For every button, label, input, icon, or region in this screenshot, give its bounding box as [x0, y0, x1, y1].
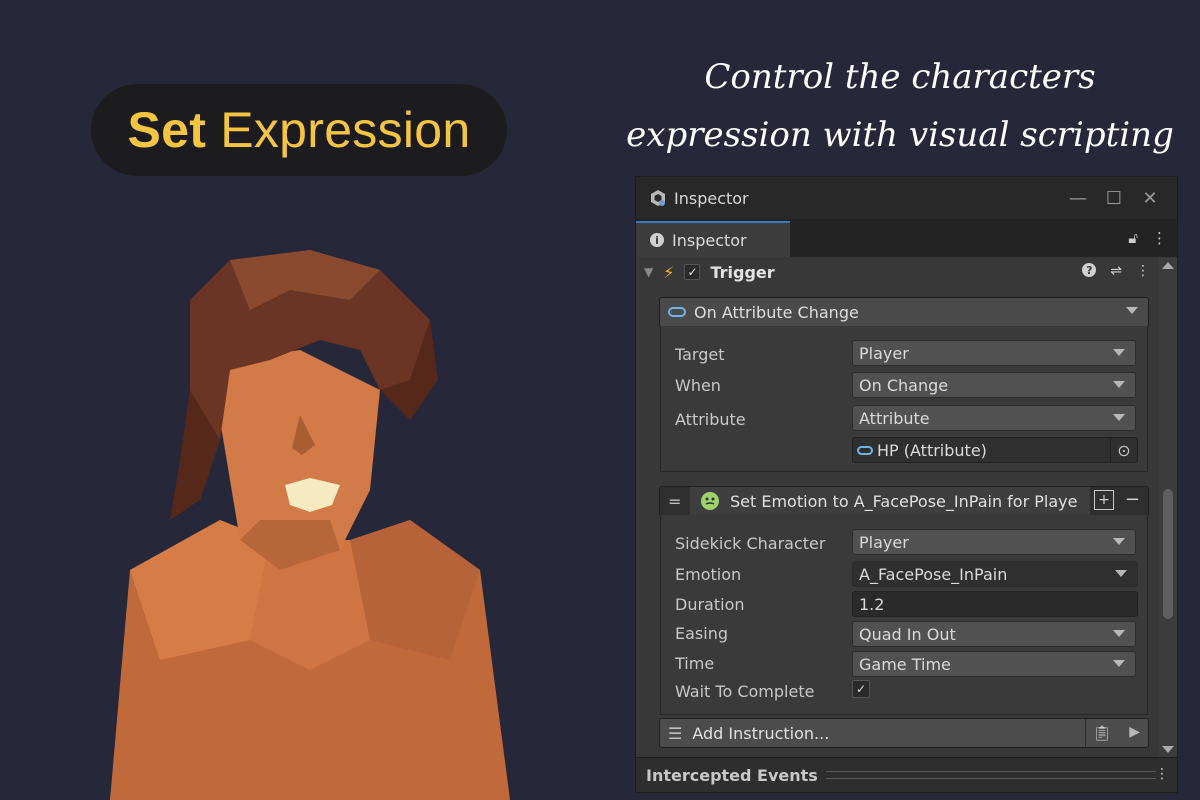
chevron-down-icon — [1115, 570, 1127, 577]
attribute-ref-value: HP (Attribute) — [877, 440, 987, 460]
character-image — [110, 250, 510, 800]
help-icon[interactable]: ? — [1082, 263, 1097, 277]
tab-label: Inspector — [672, 230, 747, 250]
chevron-down-icon — [1113, 414, 1125, 421]
field-label-target: Target — [675, 345, 725, 364]
field-label-wait-to-complete: Wait To Complete — [675, 682, 815, 701]
event-body: Target Player When On Change Attribute A… — [660, 326, 1148, 472]
bolt-icon: ⚡︎ — [663, 262, 675, 282]
clipboard-icon[interactable]: 📋︎ — [1085, 719, 1118, 747]
minimize-button[interactable]: — — [1063, 185, 1093, 211]
minimize-icon: — — [1069, 187, 1087, 209]
tab-inspector[interactable]: i Inspector — [636, 221, 790, 257]
field-label-time: Time — [675, 654, 715, 673]
sidekick-character-dropdown[interactable]: Player — [852, 529, 1136, 555]
chevron-down-icon — [1113, 630, 1125, 637]
field-label-sidekick-character: Sidekick Character — [675, 534, 826, 553]
close-icon: ✕ — [1142, 187, 1158, 209]
emotion-value: A_FacePose_InPain — [859, 564, 1008, 584]
attribute-value: Attribute — [859, 408, 930, 428]
when-value: On Change — [859, 375, 949, 395]
easing-value: Quad In Out — [859, 624, 956, 644]
tagline: Control the characters expression with v… — [600, 48, 1200, 164]
field-label-when: When — [675, 376, 721, 395]
kebab-menu-icon[interactable]: ⋮ — [1152, 229, 1167, 247]
add-instruction-label: Add Instruction... — [692, 723, 830, 743]
tab-bar: i Inspector 🔓︎ ⋮ — [636, 219, 1177, 257]
instruction-body: Sidekick Character Player Emotion A_Face… — [660, 515, 1148, 715]
component-enabled-checkbox[interactable]: ✓ — [684, 264, 701, 280]
time-value: Game Time — [859, 654, 951, 674]
add-instruction-bar[interactable]: ☰ Add Instruction... 📋︎ ▶ — [659, 718, 1149, 748]
sliders-icon[interactable]: ⇌ — [1110, 263, 1122, 279]
window-title: Inspector — [674, 188, 749, 208]
drag-handle-lines — [825, 771, 1156, 779]
scroll-up-icon[interactable] — [1162, 262, 1174, 269]
wait-to-complete-checkbox[interactable]: ✓ — [852, 680, 870, 698]
inspector-window: Inspector — ☐ ✕ i Inspector 🔓︎ ⋮ ▼ ⚡︎ ✓ … — [635, 176, 1178, 793]
emotion-dropdown[interactable]: A_FacePose_InPain — [852, 561, 1138, 587]
unity-icon — [651, 190, 665, 206]
target-icon[interactable]: ⊙ — [1110, 438, 1137, 462]
instruction-header[interactable]: = Set Emotion to A_FacePose_InPain for P… — [659, 486, 1149, 516]
drag-handle-icon[interactable]: = — [668, 492, 681, 511]
target-value: Player — [859, 343, 909, 363]
tab-toolbar: 🔓︎ ⋮ — [1128, 229, 1167, 247]
chevron-down-icon — [1113, 538, 1125, 545]
instruction-title-area[interactable]: Set Emotion to A_FacePose_InPain for Pla… — [690, 487, 1090, 515]
chevron-down-icon — [1113, 660, 1125, 667]
vertical-scrollbar[interactable] — [1159, 257, 1177, 759]
maximize-button[interactable]: ☐ — [1099, 185, 1129, 211]
target-dropdown[interactable]: Player — [852, 340, 1136, 366]
tagline-line-2: expression with visual scripting — [626, 115, 1174, 155]
tagline-line-1: Control the characters — [704, 57, 1096, 97]
field-label-duration: Duration — [675, 595, 745, 614]
title-pill: Set Expression — [91, 84, 507, 176]
footer-title: Intercepted Events — [646, 765, 818, 785]
intercepted-events-bar[interactable]: Intercepted Events ⋮ — [636, 757, 1177, 792]
plus-icon[interactable]: + — [1094, 490, 1114, 510]
component-header-icons: ? ⇌ ⋮ — [1082, 263, 1150, 279]
chevron-down-icon — [1113, 349, 1125, 356]
event-label: On Attribute Change — [694, 302, 859, 322]
play-icon[interactable]: ▶ — [1129, 724, 1140, 740]
kebab-menu-icon[interactable]: ⋮ — [1136, 263, 1150, 279]
sidekick-character-value: Player — [859, 532, 909, 552]
easing-dropdown[interactable]: Quad In Out — [852, 621, 1136, 647]
trigger-component-header[interactable]: ▼ ⚡︎ ✓ Trigger ? ⇌ ⋮ — [636, 257, 1160, 287]
field-label-emotion: Emotion — [675, 565, 742, 584]
info-icon: i — [650, 233, 664, 247]
window-titlebar[interactable]: Inspector — ☐ ✕ — [636, 177, 1177, 219]
component-title: Trigger — [710, 262, 775, 282]
chevron-down-icon — [1113, 381, 1125, 388]
minus-icon[interactable]: − — [1125, 489, 1140, 510]
duration-value: 1.2 — [859, 594, 885, 614]
scroll-thumb[interactable] — [1163, 489, 1173, 619]
title-rest: Expression — [220, 102, 471, 158]
event-selector[interactable]: On Attribute Change — [659, 297, 1149, 327]
attribute-icon — [668, 307, 686, 317]
field-label-attribute: Attribute — [675, 410, 746, 429]
attribute-dropdown[interactable]: Attribute — [852, 405, 1136, 431]
instruction-label: Set Emotion to A_FacePose_InPain for Pla… — [730, 491, 1078, 511]
kebab-menu-icon[interactable]: ⋮ — [1155, 766, 1169, 782]
time-dropdown[interactable]: Game Time — [852, 651, 1136, 677]
foldout-icon[interactable]: ▼ — [644, 265, 653, 279]
lock-icon[interactable]: 🔓︎ — [1128, 229, 1138, 247]
title-bold: Set — [127, 102, 207, 158]
when-dropdown[interactable]: On Change — [852, 372, 1136, 398]
close-button[interactable]: ✕ — [1135, 185, 1165, 211]
scroll-down-icon[interactable] — [1162, 746, 1174, 753]
attribute-object-field[interactable]: HP (Attribute) ⊙ — [852, 437, 1138, 463]
maximize-icon: ☐ — [1105, 187, 1123, 209]
attribute-icon — [857, 445, 873, 455]
chevron-down-icon — [1122, 299, 1142, 325]
field-label-easing: Easing — [675, 624, 728, 643]
list-icon: ☰ — [668, 723, 683, 743]
instruction-icon — [701, 492, 719, 510]
duration-field[interactable]: 1.2 — [852, 591, 1138, 617]
